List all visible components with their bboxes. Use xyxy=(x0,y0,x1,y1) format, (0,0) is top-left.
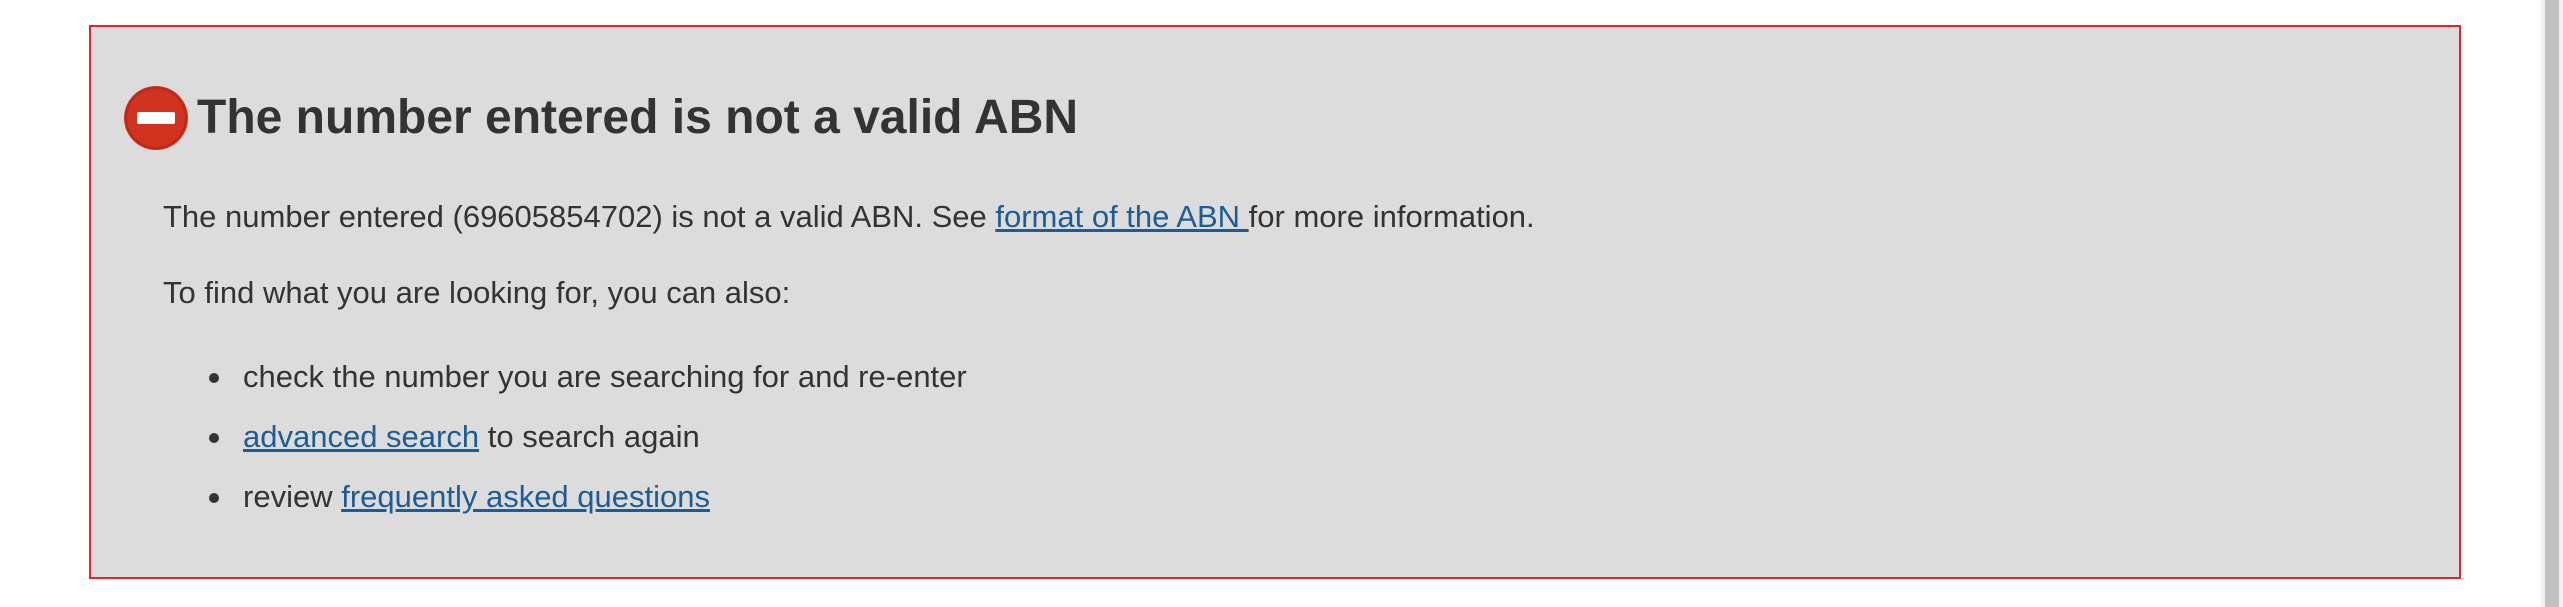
format-of-abn-link[interactable]: format of the ABN xyxy=(995,199,1248,234)
scrollbar-thumb[interactable] xyxy=(2545,0,2559,607)
error-message-box: The number entered is not a valid ABN Th… xyxy=(89,25,2461,579)
bullet-icon xyxy=(209,493,219,503)
error-heading-row: The number entered is not a valid ABN xyxy=(123,85,1078,151)
list-item: advanced search to search again xyxy=(163,417,967,457)
bullet-icon xyxy=(209,433,219,443)
error-message: The number entered (69605854702) is not … xyxy=(163,197,1535,237)
list-item: review frequently asked questions xyxy=(163,477,967,517)
faq-link[interactable]: frequently asked questions xyxy=(341,479,710,514)
check-number-text: check the number you are searching for a… xyxy=(243,359,967,394)
error-message-suffix: for more information. xyxy=(1248,199,1535,234)
advanced-search-link[interactable]: advanced search xyxy=(243,419,479,454)
bullet-icon xyxy=(209,373,219,383)
advanced-search-suffix: to search again xyxy=(479,419,700,454)
no-entry-icon xyxy=(124,86,188,150)
error-heading: The number entered is not a valid ABN xyxy=(197,91,1079,144)
list-item: check the number you are searching for a… xyxy=(163,357,967,397)
error-message-prefix: The number entered (69605854702) is not … xyxy=(163,199,996,234)
review-prefix: review xyxy=(243,479,342,514)
page: The number entered is not a valid ABN Th… xyxy=(0,0,2563,607)
vertical-scrollbar[interactable] xyxy=(2541,0,2563,607)
suggestion-list: check the number you are searching for a… xyxy=(163,357,967,537)
find-intro-text: To find what you are looking for, you ca… xyxy=(163,275,791,310)
